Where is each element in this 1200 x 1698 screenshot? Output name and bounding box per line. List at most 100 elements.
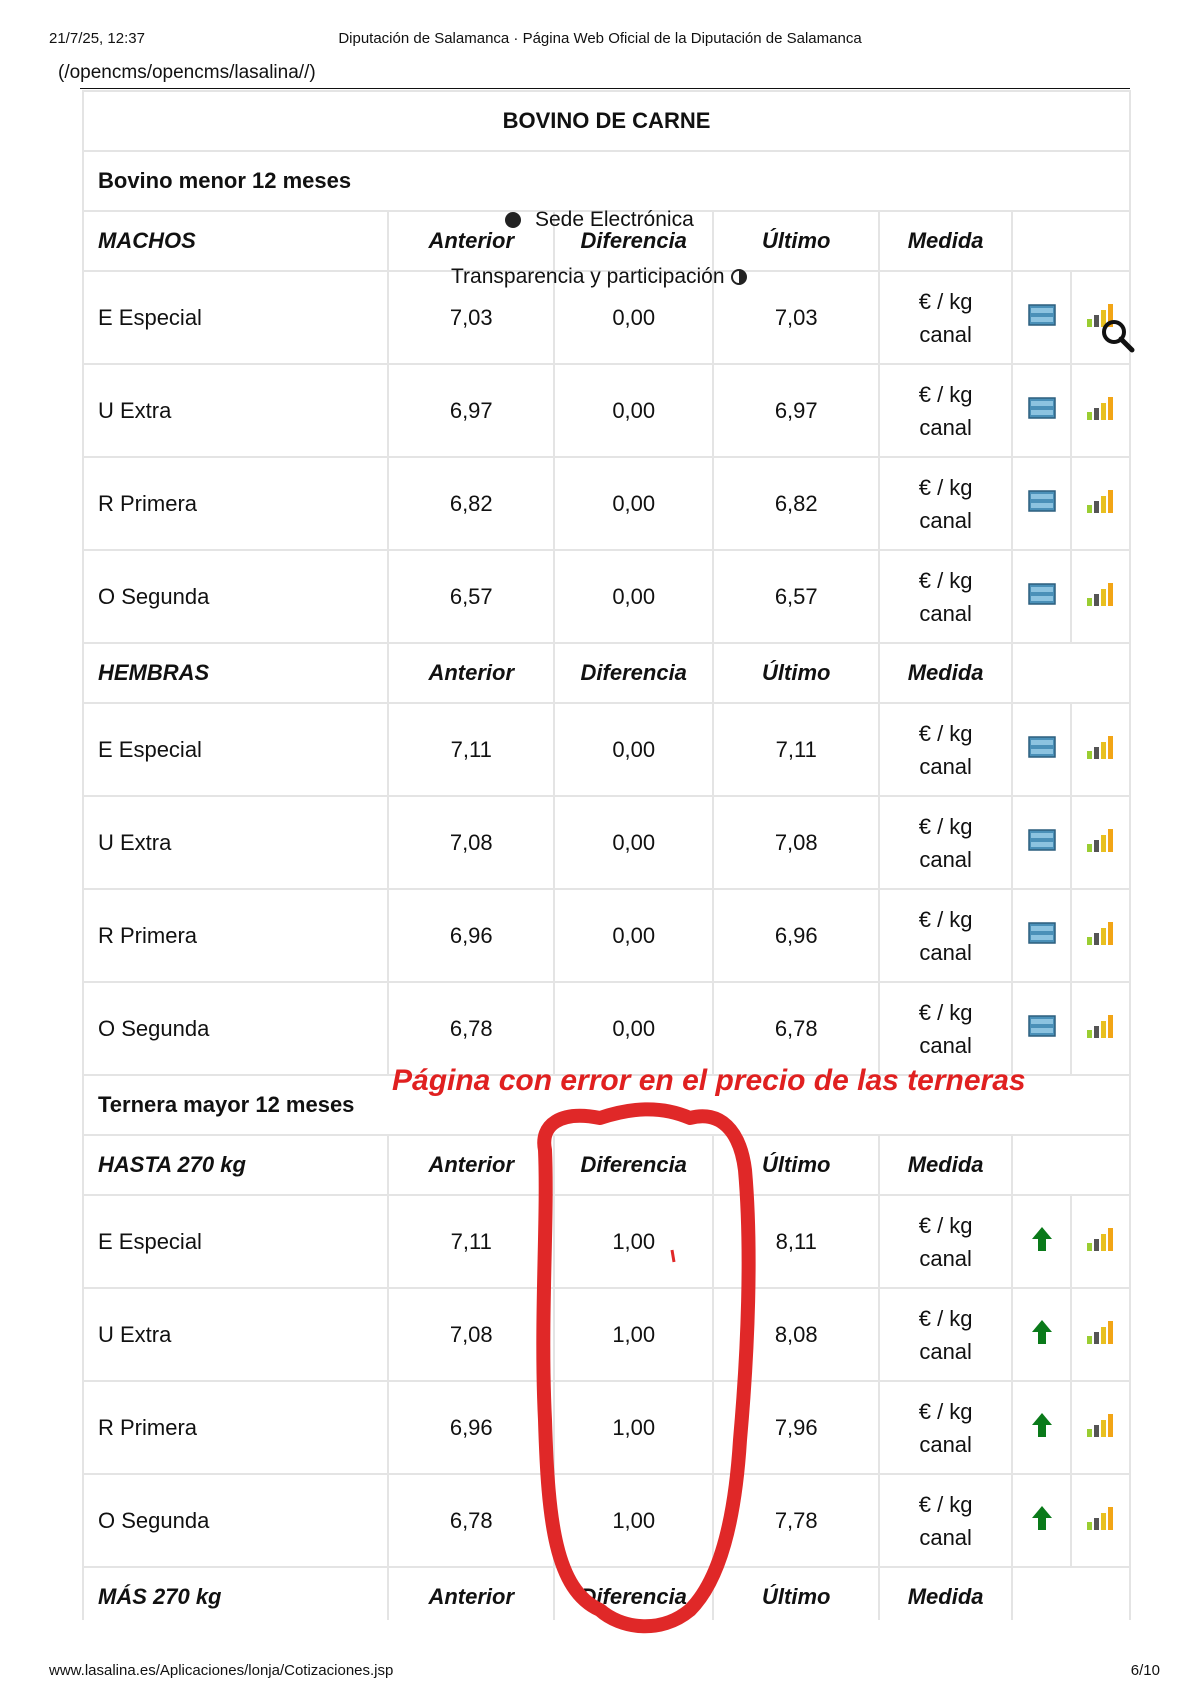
medida-cell: € / kg canal <box>878 456 1014 551</box>
medida-basis: canal <box>919 507 972 533</box>
table-row: R Primera 6,96 0,00 6,96 € / kg canal <box>82 888 1131 983</box>
ultimo-value: 7,08 <box>712 795 881 890</box>
medida-basis: canal <box>919 600 972 626</box>
diferencia-value: 1,00 <box>553 1287 715 1382</box>
medida-unit: € / kg <box>918 1491 973 1517</box>
anterior-value: 6,78 <box>387 1473 556 1568</box>
medida-basis: canal <box>919 939 972 965</box>
table-icon[interactable] <box>1011 270 1073 365</box>
table-icon[interactable] <box>1011 795 1073 890</box>
table-icon[interactable] <box>1011 456 1073 551</box>
table-row: E Especial 7,11 0,00 7,11 € / kg canal <box>82 702 1131 797</box>
column-header-1: Anterior <box>387 1566 556 1620</box>
table-title-row: BOVINO DE CARNE <box>82 90 1131 152</box>
column-header-3: Último <box>712 1566 881 1620</box>
column-header-0: HASTA 270 kg <box>82 1134 390 1196</box>
header-divider <box>80 88 1130 89</box>
table-icon[interactable] <box>1011 549 1073 644</box>
table-icon[interactable] <box>1011 363 1073 458</box>
up-arrow-icon[interactable] <box>1011 1473 1073 1568</box>
table-row: E Especial 7,11 1,00 8,11 € / kg canal <box>82 1194 1131 1289</box>
contrast-icon[interactable] <box>730 269 747 286</box>
bar-chart-icon[interactable] <box>1070 702 1131 797</box>
error-annotation: Página con error en el precio de las ter… <box>392 1064 1026 1097</box>
table-icon[interactable] <box>1011 888 1073 983</box>
table-row: O Segunda 6,78 0,00 6,78 € / kg canal <box>82 981 1131 1076</box>
up-arrow-icon[interactable] <box>1011 1194 1073 1289</box>
bar-chart-icon[interactable] <box>1070 795 1131 890</box>
medida-unit: € / kg <box>918 813 973 839</box>
diferencia-value: 1,00 <box>553 1194 715 1289</box>
group-header-row: HEMBRAS Anterior Diferencia Último Medida <box>82 642 1131 704</box>
category-name: O Segunda <box>82 1473 390 1568</box>
category-name: E Especial <box>82 702 390 797</box>
diferencia-value: 0,00 <box>553 795 715 890</box>
transparencia-label: Transparencia y participación <box>451 265 725 288</box>
sede-electronica-link[interactable]: Sede Electrónica <box>505 208 694 232</box>
search-icon[interactable] <box>1100 318 1136 354</box>
transparencia-link[interactable]: Transparencia y participación <box>451 265 747 289</box>
diferencia-value: 0,00 <box>553 981 715 1076</box>
column-header-4: Medida <box>878 1134 1014 1196</box>
diferencia-value: 0,00 <box>553 363 715 458</box>
bar-chart-icon[interactable] <box>1070 1380 1131 1475</box>
medida-cell: € / kg canal <box>878 363 1014 458</box>
column-header-4: Medida <box>878 642 1014 704</box>
column-header-3: Último <box>712 210 881 272</box>
category-name: O Segunda <box>82 549 390 644</box>
table-row: O Segunda 6,57 0,00 6,57 € / kg canal <box>82 549 1131 644</box>
price-table-container: BOVINO DE CARNE Bovino menor 12 meses MACH… <box>82 90 1131 1620</box>
column-header-3: Último <box>712 642 881 704</box>
table-row: U Extra 7,08 0,00 7,08 € / kg canal <box>82 795 1131 890</box>
home-path-link[interactable]: (/opencms/opencms/lasalina//) <box>58 62 316 84</box>
medida-cell: € / kg canal <box>878 888 1014 983</box>
up-arrow-icon[interactable] <box>1011 1287 1073 1382</box>
column-header-1: Anterior <box>387 1134 556 1196</box>
column-header-0: MÁS 270 kg <box>82 1566 390 1620</box>
category-name: U Extra <box>82 1287 390 1382</box>
table-icon[interactable] <box>1011 981 1073 1076</box>
bar-chart-icon[interactable] <box>1070 1194 1131 1289</box>
medida-basis: canal <box>919 1338 972 1364</box>
bar-chart-icon[interactable] <box>1070 549 1131 644</box>
bar-chart-icon[interactable] <box>1070 363 1131 458</box>
print-page-title: Diputación de Salamanca · Página Web Ofi… <box>338 30 862 47</box>
table-row: R Primera 6,96 1,00 7,96 € / kg canal <box>82 1380 1131 1475</box>
bar-chart-icon[interactable] <box>1070 888 1131 983</box>
empty-header-cell <box>1011 642 1131 704</box>
category-name: R Primera <box>82 888 390 983</box>
section-subtitle-row: Bovino menor 12 meses <box>82 150 1131 212</box>
globe-icon <box>505 212 521 229</box>
medida-basis: canal <box>919 1245 972 1271</box>
table-icon[interactable] <box>1011 702 1073 797</box>
medida-cell: € / kg canal <box>878 1380 1014 1475</box>
category-name: O Segunda <box>82 981 390 1076</box>
ultimo-value: 7,78 <box>712 1473 881 1568</box>
medida-cell: € / kg canal <box>878 549 1014 644</box>
ultimo-value: 6,96 <box>712 888 881 983</box>
table-row: U Extra 7,08 1,00 8,08 € / kg canal <box>82 1287 1131 1382</box>
bar-chart-icon[interactable] <box>1070 1287 1131 1382</box>
bar-chart-icon[interactable] <box>1070 456 1131 551</box>
column-header-3: Último <box>712 1134 881 1196</box>
bar-chart-icon[interactable] <box>1070 981 1131 1076</box>
medida-basis: canal <box>919 753 972 779</box>
up-arrow-icon[interactable] <box>1011 1380 1073 1475</box>
bar-chart-icon[interactable] <box>1070 1473 1131 1568</box>
ultimo-value: 8,11 <box>712 1194 881 1289</box>
diferencia-value: 0,00 <box>553 888 715 983</box>
group-header-row: MÁS 270 kg Anterior Diferencia Último Medida <box>82 1566 1131 1620</box>
category-name: R Primera <box>82 456 390 551</box>
anterior-value: 6,82 <box>387 456 556 551</box>
medida-basis: canal <box>919 1524 972 1550</box>
medida-unit: € / kg <box>918 906 973 932</box>
ultimo-value: 8,08 <box>712 1287 881 1382</box>
anterior-value: 7,11 <box>387 702 556 797</box>
diferencia-value: 1,00 <box>553 1473 715 1568</box>
print-footer-url: www.lasalina.es/Aplicaciones/lonja/Cotiz… <box>49 1662 394 1679</box>
anterior-value: 6,78 <box>387 981 556 1076</box>
medida-cell: € / kg canal <box>878 270 1014 365</box>
empty-header-cell <box>1011 1134 1131 1196</box>
diferencia-value: 0,00 <box>553 549 715 644</box>
category-name: R Primera <box>82 1380 390 1475</box>
